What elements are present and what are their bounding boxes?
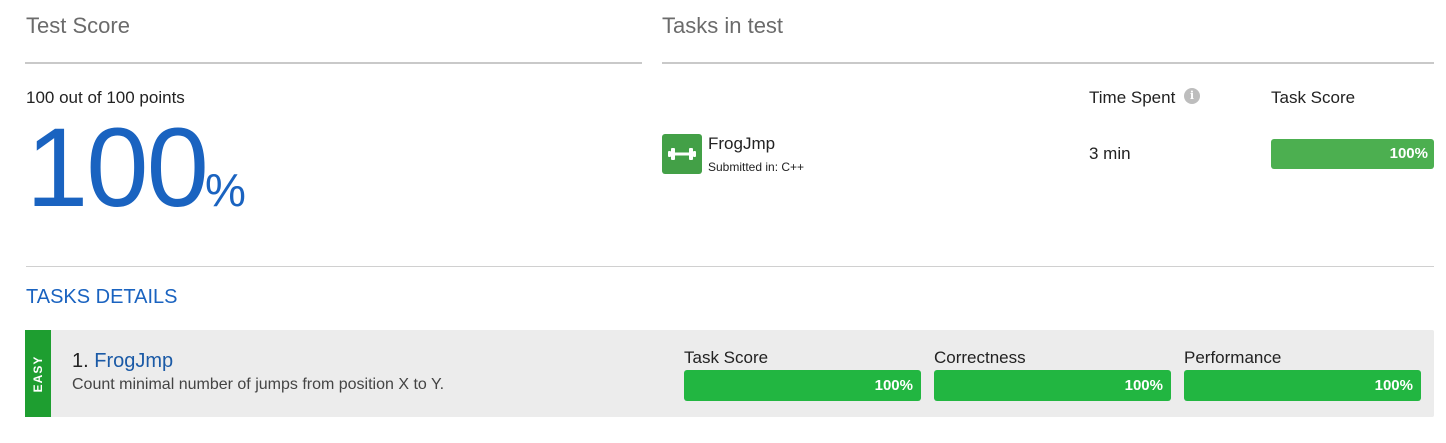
score-percent-value: 100 — [26, 105, 209, 230]
metric-performance-bar: 100% — [1184, 370, 1421, 401]
metric-correctness-bar: 100% — [934, 370, 1171, 401]
info-icon[interactable]: i — [1184, 88, 1200, 104]
task-submitted-language: Submitted in: C++ — [708, 160, 805, 174]
tasks-in-test-divider — [662, 62, 1434, 64]
task-score-header: Task Score — [1271, 88, 1356, 107]
metric-task-score-value: 100% — [874, 377, 913, 394]
task-time-spent: 3 min — [1089, 144, 1131, 163]
section-divider — [26, 266, 1434, 267]
test-score-divider — [25, 62, 642, 64]
difficulty-label: EASY — [31, 355, 45, 392]
tasks-details-heading: TASKS DETAILS — [26, 286, 178, 308]
metric-task-score-label: Task Score — [684, 348, 769, 367]
test-score-heading: Test Score — [26, 13, 130, 38]
metric-correctness-value: 100% — [1124, 377, 1163, 394]
time-spent-header: Time Spent — [1089, 88, 1176, 107]
task-score-bar: 100% — [1271, 139, 1434, 169]
difficulty-badge: EASY — [25, 330, 51, 417]
task-detail-number: 1. — [72, 350, 89, 372]
metric-performance-label: Performance — [1184, 348, 1282, 367]
task-detail-link[interactable]: FrogJmp — [94, 350, 173, 372]
tasks-in-test-heading: Tasks in test — [662, 13, 784, 38]
task-name: FrogJmp — [708, 134, 776, 153]
task-detail-description: Count minimal number of jumps from posit… — [72, 376, 445, 393]
task-detail-title: 1. FrogJmp — [72, 350, 173, 373]
dumbbell-icon — [662, 134, 702, 174]
metric-performance-value: 100% — [1374, 377, 1413, 394]
metric-correctness-label: Correctness — [934, 348, 1026, 367]
score-percent-sign: % — [205, 164, 246, 216]
task-score-value: 100% — [1389, 145, 1428, 162]
metric-task-score-bar: 100% — [684, 370, 921, 401]
